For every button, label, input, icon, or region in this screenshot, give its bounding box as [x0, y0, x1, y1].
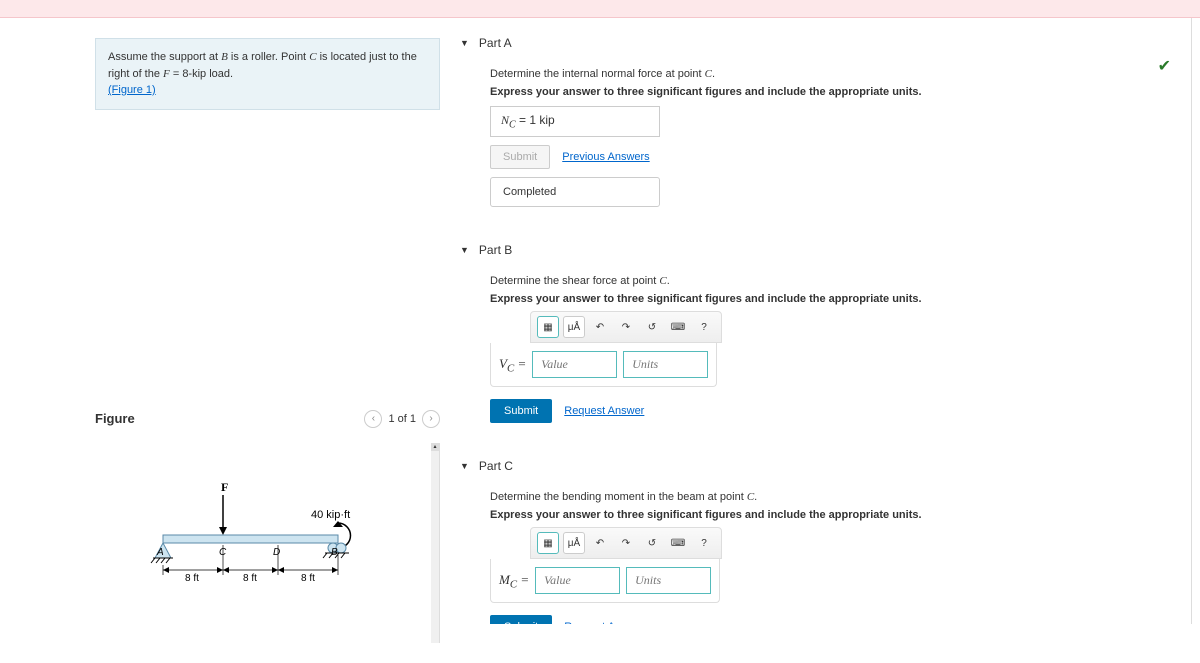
- previous-answers-link[interactable]: Previous Answers: [562, 151, 649, 163]
- part-a-prompt: Determine the internal normal force at p…: [490, 68, 1161, 80]
- template-icon[interactable]: ▦: [537, 532, 559, 554]
- redo-icon[interactable]: ↷: [615, 316, 637, 338]
- part-c-prompt: Determine the bending moment in the beam…: [490, 491, 1161, 503]
- part-a-header[interactable]: ▼ Part A: [460, 28, 1161, 58]
- template-icon[interactable]: ▦: [537, 316, 559, 338]
- equation-toolbar: ▦ μÅ ↶ ↷ ↺ ⌨ ?: [530, 527, 722, 559]
- part-a-instruction: Express your answer to three significant…: [490, 86, 1161, 98]
- alert-bar: [0, 0, 1200, 18]
- status-completed: Completed: [490, 177, 660, 207]
- chevron-down-icon: ▼: [460, 38, 469, 48]
- submit-button-disabled: Submit: [490, 145, 550, 169]
- symbol-icon[interactable]: μÅ: [563, 316, 585, 338]
- svg-text:8 ft: 8 ft: [185, 573, 199, 584]
- figure-pager-text: 1 of 1: [388, 413, 416, 425]
- part-c-header[interactable]: ▼ Part C: [460, 451, 1161, 481]
- part-b-header[interactable]: ▼ Part B: [460, 235, 1161, 265]
- symbol-icon[interactable]: μÅ: [563, 532, 585, 554]
- part-b-prompt: Determine the shear force at point C.: [490, 275, 1161, 287]
- chevron-down-icon: ▼: [460, 245, 469, 255]
- figure-title: Figure: [95, 411, 135, 426]
- undo-icon[interactable]: ↶: [589, 316, 611, 338]
- answer-label: VC =: [499, 356, 526, 375]
- redo-icon[interactable]: ↷: [615, 532, 637, 554]
- part-b-instruction: Express your answer to three significant…: [490, 293, 1161, 305]
- submit-button[interactable]: Submit: [490, 399, 552, 423]
- figure-prev-button[interactable]: ‹: [364, 410, 382, 428]
- keyboard-icon[interactable]: ⌨: [667, 532, 689, 554]
- part-a-answer-display: NC = 1 kip: [490, 106, 660, 137]
- figure-next-button[interactable]: ›: [422, 410, 440, 428]
- reset-icon[interactable]: ↺: [641, 532, 663, 554]
- equation-toolbar: ▦ μÅ ↶ ↷ ↺ ⌨ ?: [530, 311, 722, 343]
- svg-text:A: A: [156, 547, 164, 558]
- undo-icon[interactable]: ↶: [589, 532, 611, 554]
- value-input[interactable]: [532, 351, 617, 378]
- figure-link[interactable]: (Figure 1): [108, 84, 156, 96]
- help-icon[interactable]: ?: [693, 316, 715, 338]
- answer-label: MC =: [499, 572, 529, 591]
- svg-text:B: B: [331, 547, 338, 558]
- figure-image: ▴ F 40 kip·ft A C: [95, 443, 440, 643]
- units-input[interactable]: [623, 351, 708, 378]
- svg-text:F: F: [221, 480, 228, 494]
- part-c-instruction: Express your answer to three significant…: [490, 509, 1161, 521]
- problem-statement: Assume the support at B is a roller. Poi…: [95, 38, 440, 110]
- keyboard-icon[interactable]: ⌨: [667, 316, 689, 338]
- reset-icon[interactable]: ↺: [641, 316, 663, 338]
- submit-button[interactable]: Submit: [490, 615, 552, 624]
- svg-text:40 kip·ft: 40 kip·ft: [311, 509, 350, 521]
- units-input[interactable]: [626, 567, 711, 594]
- svg-text:D: D: [273, 547, 280, 558]
- svg-text:8 ft: 8 ft: [301, 573, 315, 584]
- svg-text:8 ft: 8 ft: [243, 573, 257, 584]
- chevron-down-icon: ▼: [460, 461, 469, 471]
- help-icon[interactable]: ?: [693, 532, 715, 554]
- value-input[interactable]: [535, 567, 620, 594]
- request-answer-link[interactable]: Request Answer: [564, 405, 644, 417]
